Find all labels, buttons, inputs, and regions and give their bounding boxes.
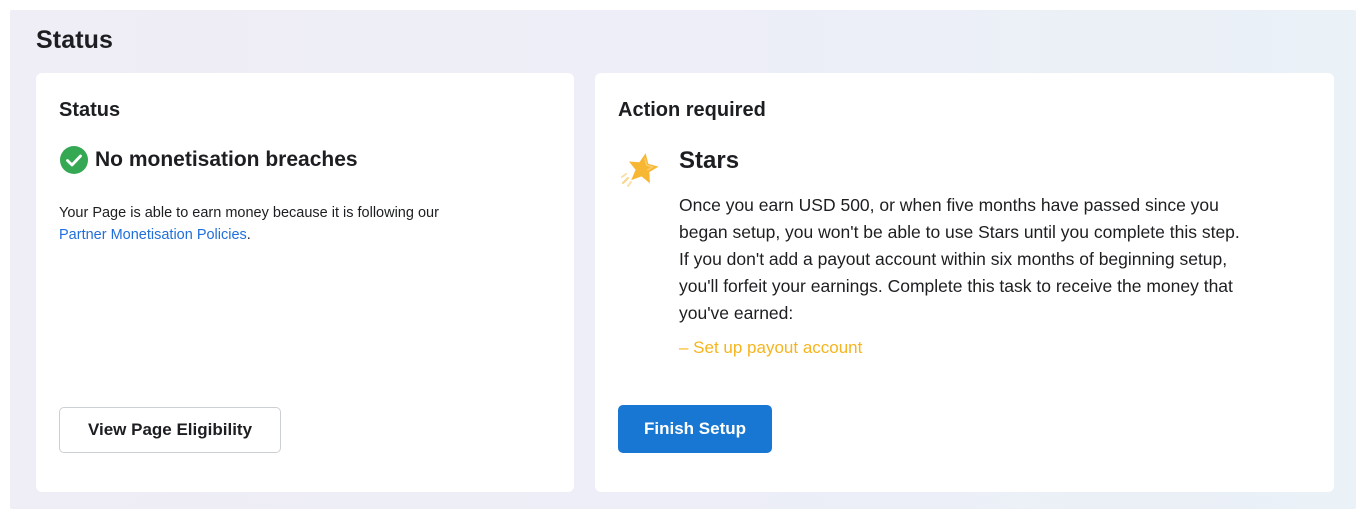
finish-setup-button[interactable]: Finish Setup [618,405,772,453]
set-up-payout-account-link[interactable]: – Set up payout account [679,338,862,358]
description-period: . [246,227,251,243]
section-title: Status [36,26,114,54]
star-icon [619,150,659,190]
stars-title: Stars [679,147,740,174]
status-text: No monetisation breaches [95,148,358,171]
check-circle-icon [59,145,89,175]
status-card: Status No monetisation breaches Your Pag… [36,73,574,492]
partner-monetisation-policies-link[interactable]: Partner Monetisation Policies [59,227,247,243]
status-description-text: Your Page is able to earn money because … [59,205,439,221]
status-section: Status Status No monetisation breaches Y… [10,10,1356,509]
view-page-eligibility-button[interactable]: View Page Eligibility [59,407,281,453]
stars-description: Once you earn USD 500, or when five mont… [679,195,1240,323]
status-description: Your Page is able to earn money because … [59,202,529,246]
status-card-title: Status [59,99,121,121]
action-card-title: Action required [618,99,766,121]
status-row: No monetisation breaches [59,145,358,175]
action-card: Action required Stars Once you earn USD … [595,73,1334,492]
